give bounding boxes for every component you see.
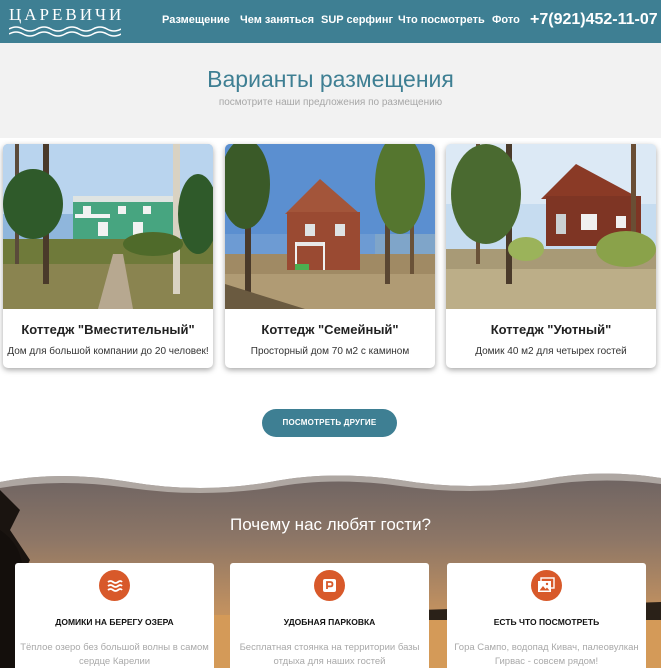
feature-text: Гора Сампо, водопад Кивач, палеовулкан Г…: [454, 642, 639, 667]
nav-item-photo[interactable]: Фото: [492, 14, 520, 26]
cottage-card[interactable]: Коттедж "Вместительный" Дом для большой …: [3, 144, 213, 368]
nav-item-sup[interactable]: SUP серфинг: [321, 14, 393, 26]
phone-link[interactable]: +7(921)452-11-07: [530, 11, 658, 29]
nav-item-activities[interactable]: Чем заняться: [240, 14, 314, 26]
cottage-card[interactable]: Коттедж "Семейный" Просторный дом 70 м2 …: [225, 144, 435, 368]
feature-title: ДОМИКИ НА БЕРЕГУ ОЗЕРА: [55, 617, 174, 627]
cottage-card[interactable]: Коттедж "Уютный" Домик 40 м2 для четырех…: [446, 144, 656, 368]
cottage-desc: Домик 40 м2 для четырех гостей: [475, 346, 627, 357]
see-more-button[interactable]: ПОСМОТРЕТЬ ДРУГИЕ: [262, 409, 397, 437]
logo-waves-icon: [9, 26, 121, 37]
cottage-desc: Дом для большой компании до 20 человек!: [7, 346, 209, 357]
logo[interactable]: ЦАРЕВИЧИ: [9, 5, 121, 37]
accommodation-subtitle: посмотрите наши предложения по размещени…: [218, 97, 443, 108]
why-title: Почему нас любят гости?: [229, 515, 432, 534]
cottage-photo: [225, 144, 435, 309]
waves-icon: [99, 570, 130, 601]
feature-card: ЕСТЬ ЧТО ПОСМОТРЕТЬ Гора Сампо, водопад …: [447, 563, 646, 668]
parking-icon: [314, 570, 345, 601]
cottage-title: Коттедж "Семейный": [261, 322, 399, 337]
feature-title: УДОБНАЯ ПАРКОВКА: [283, 617, 376, 627]
nav-item-accommodation[interactable]: Размещение: [162, 14, 230, 26]
photos-icon: [531, 570, 562, 601]
feature-card: ДОМИКИ НА БЕРЕГУ ОЗЕРА Тёплое озеро без …: [15, 563, 214, 668]
site-header: ЦАРЕВИЧИ Размещение Чем заняться SUP сер…: [0, 0, 661, 43]
feature-card: УДОБНАЯ ПАРКОВКА Бесплатная стоянка на т…: [230, 563, 429, 668]
logo-text: ЦАРЕВИЧИ: [9, 5, 125, 24]
cottage-title: Коттедж "Уютный": [490, 322, 612, 337]
cottage-photo: [446, 144, 656, 309]
feature-text: Тёплое озеро без большой волны в самом с…: [20, 642, 209, 667]
cottage-title: Коттедж "Вместительный": [21, 322, 195, 337]
accommodation-title: Варианты размещения: [207, 66, 454, 92]
cottage-photo: [3, 144, 213, 309]
nav-item-sights[interactable]: Что посмотреть: [398, 14, 485, 26]
cottage-desc: Просторный дом 70 м2 с камином: [250, 346, 410, 357]
feature-text: Бесплатная стоянка на территории базы от…: [239, 642, 420, 667]
feature-title: ЕСТЬ ЧТО ПОСМОТРЕТЬ: [493, 617, 600, 627]
